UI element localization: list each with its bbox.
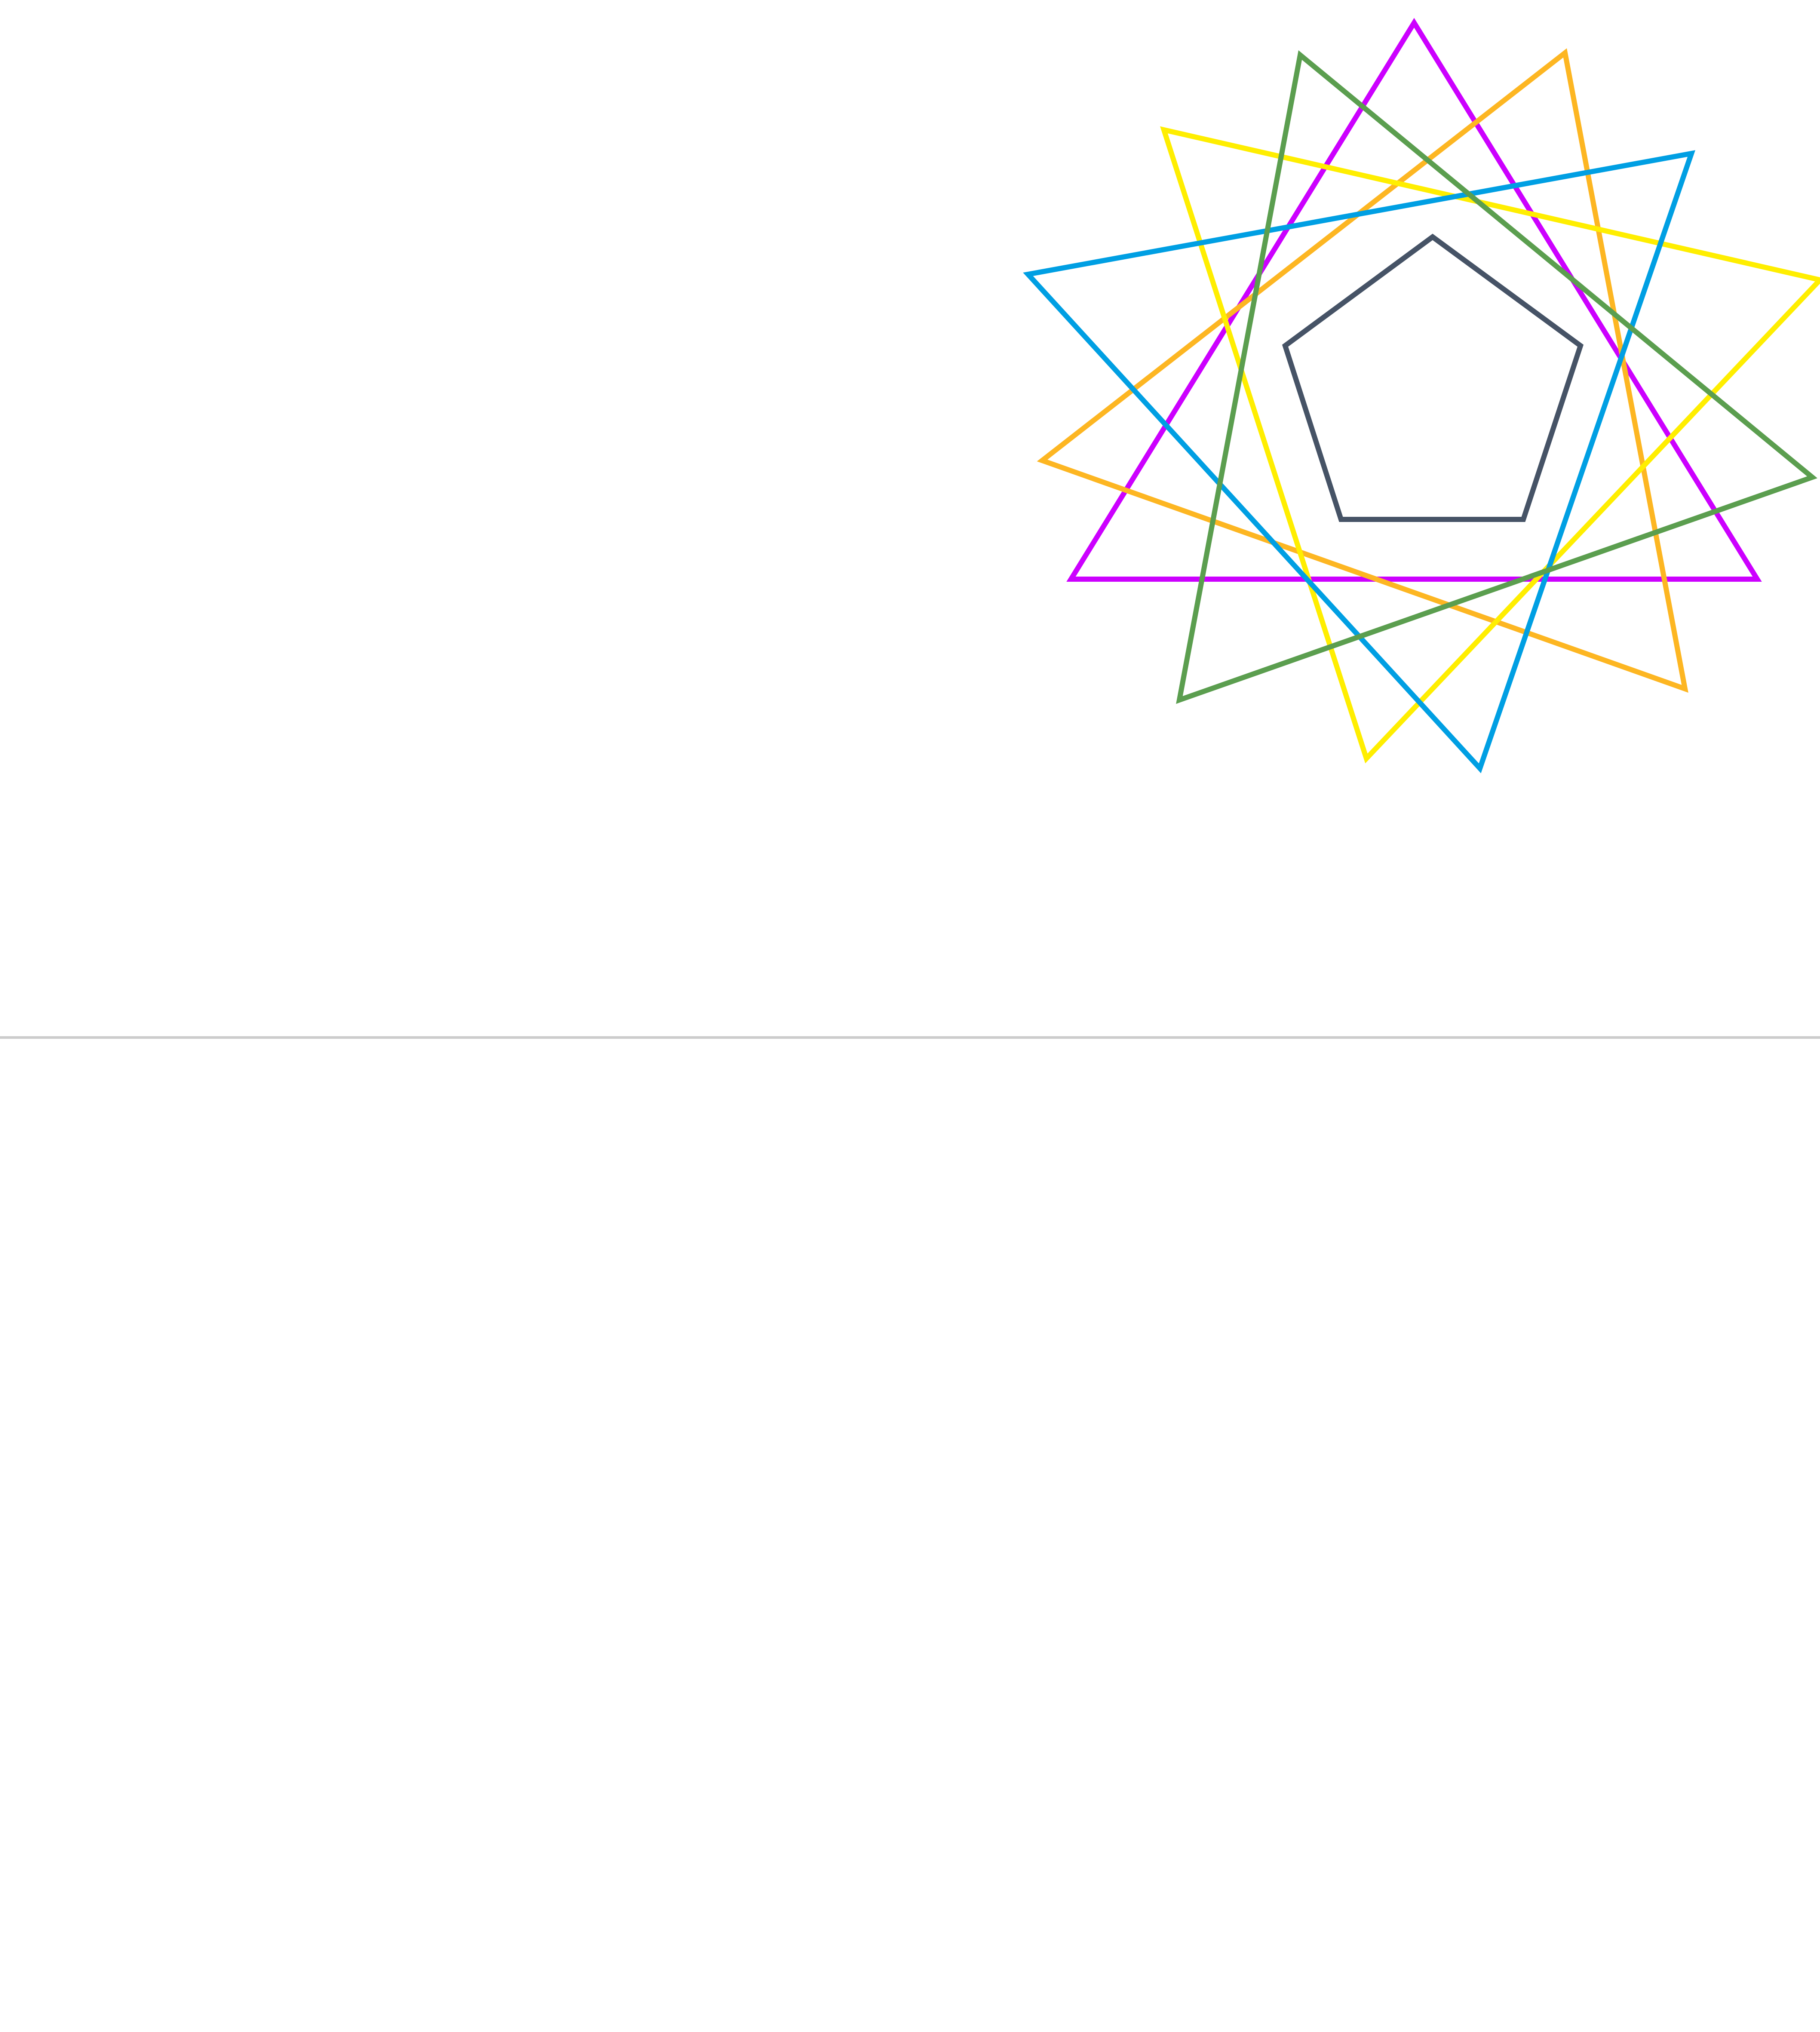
figure-canvas <box>0 0 1820 2032</box>
background <box>0 0 1820 2032</box>
